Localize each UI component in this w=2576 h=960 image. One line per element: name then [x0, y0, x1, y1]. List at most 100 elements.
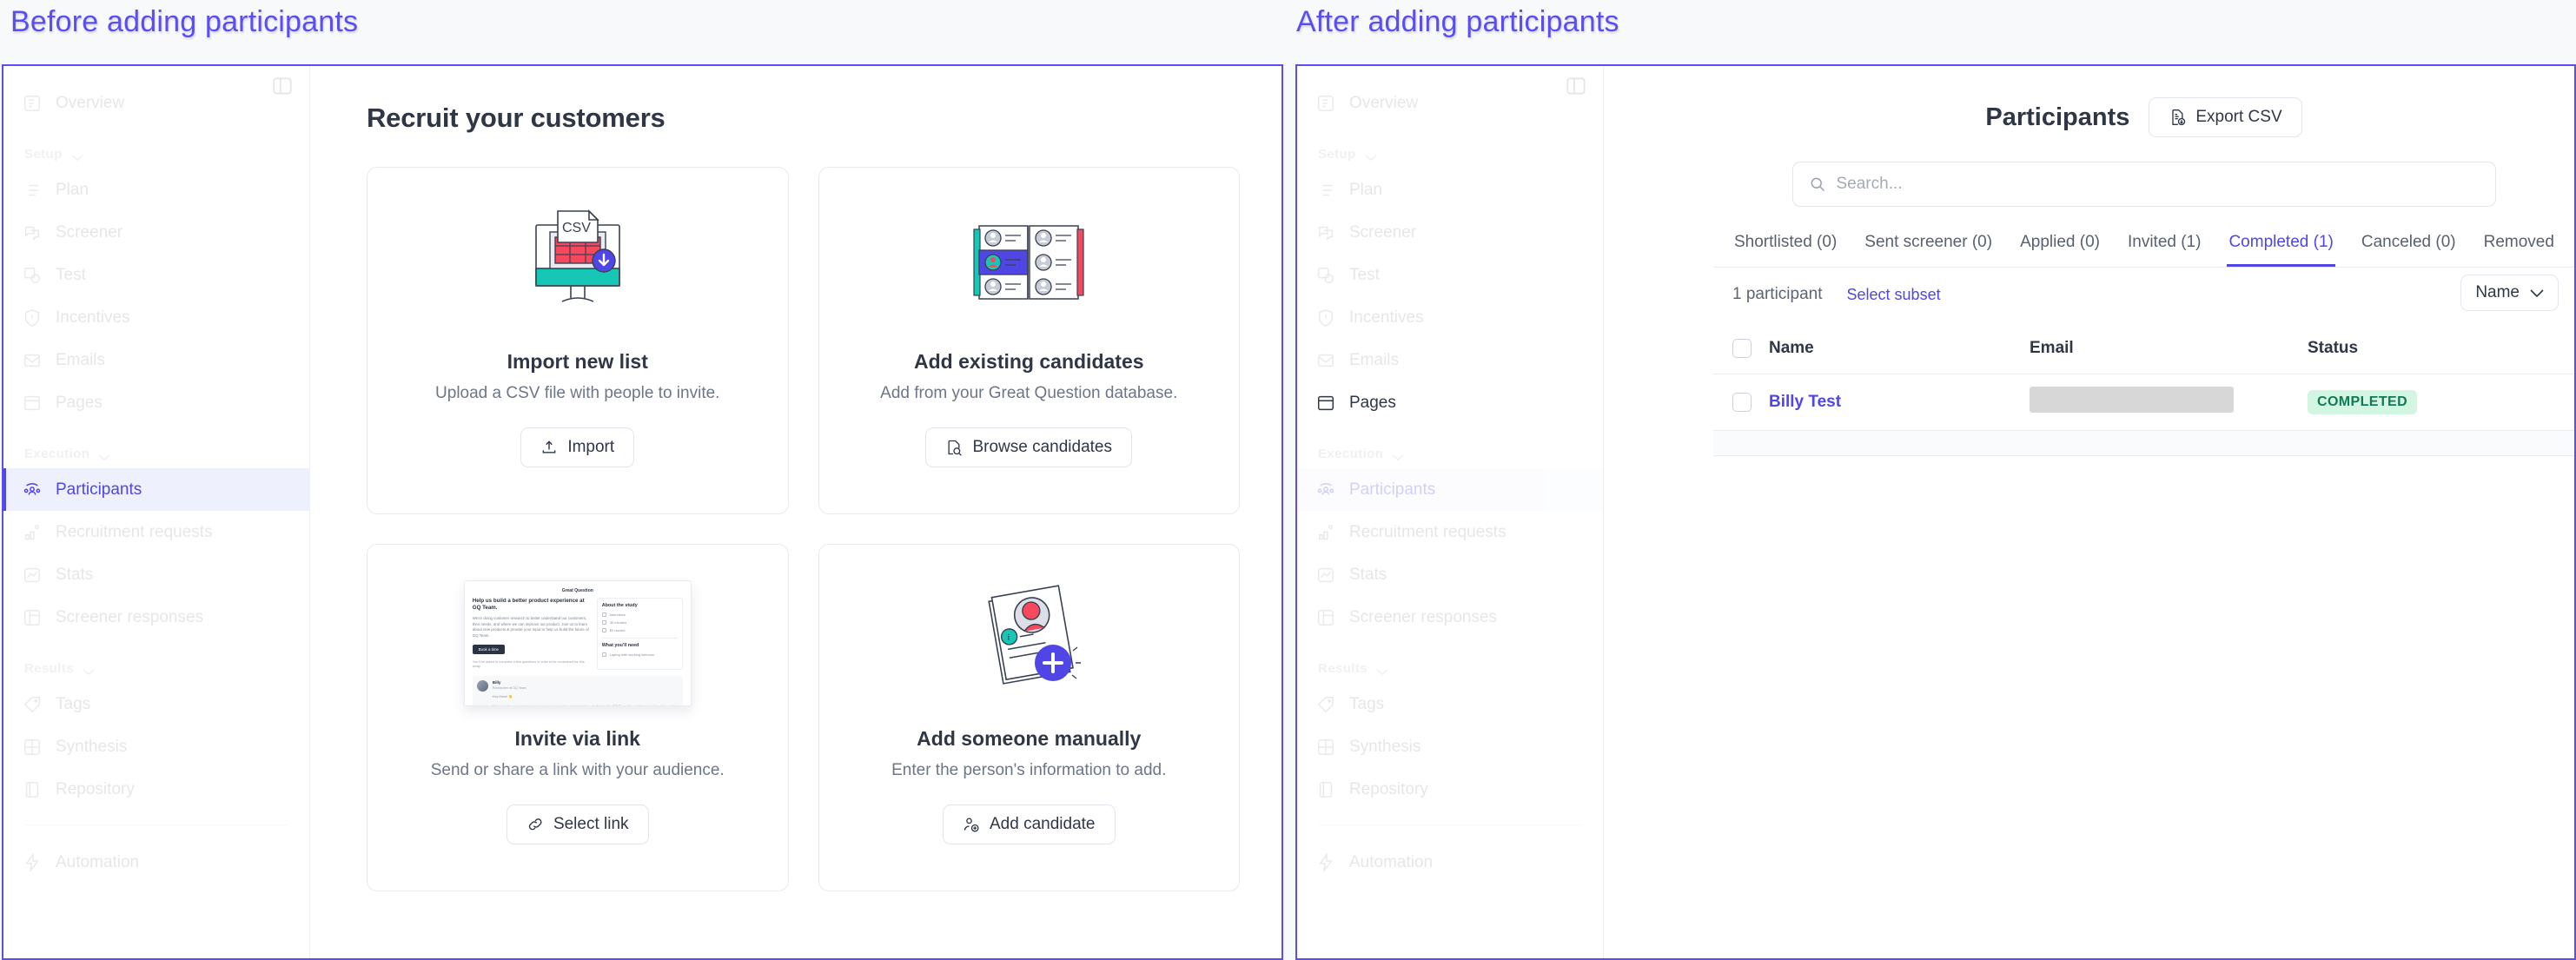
participants-meta-row: 1 participant Select subset Name [1713, 268, 2574, 311]
sidebar-group-results[interactable]: Results [1297, 639, 1603, 683]
sidebar-group-execution[interactable]: Execution [3, 424, 309, 468]
cell-status: COMPLETED [2308, 374, 2574, 431]
sidebar-item-pages[interactable]: Pages [1297, 381, 1603, 424]
column-header-email[interactable]: Email [2030, 323, 2308, 374]
sidebar-item-screener-responses[interactable]: Screener responses [1297, 596, 1603, 639]
column-header-status[interactable]: Status [2308, 323, 2574, 374]
card-title: Invite via link [514, 727, 640, 750]
preview-note: You'll be asked to complete a few questi… [472, 659, 585, 669]
tab-completed[interactable]: Completed (1) [2227, 233, 2335, 267]
export-csv-button[interactable]: Export CSV [2149, 97, 2302, 137]
sidebar-item-label: Tags [1349, 694, 1385, 713]
browse-candidates-button[interactable]: Browse candidates [925, 427, 1133, 467]
sidebar-item-test[interactable]: Test [3, 254, 309, 296]
search-box[interactable] [1791, 162, 2496, 207]
panel-after-adding-participants: Overview Setup Plan Screener Test Incent… [1295, 64, 2576, 960]
sidebar-item-repository[interactable]: Repository [3, 768, 309, 811]
profile-card-plus-illustration: i [968, 574, 1089, 705]
preview-aside-row: Interviews [609, 612, 626, 617]
link-icon [526, 816, 544, 833]
sidebar-item-emails[interactable]: Emails [1297, 339, 1603, 381]
sidebar-item-test[interactable]: Test [1297, 254, 1603, 296]
tab-canceled[interactable]: Canceled (0) [2360, 233, 2458, 267]
select-subset-link[interactable]: Select subset [1847, 286, 1941, 304]
search-input[interactable] [1836, 175, 2480, 194]
participants-tabs: Shortlisted (0) Sent screener (0) Applie… [1713, 233, 2574, 268]
sidebar-item-recruitment-requests[interactable]: Recruitment requests [3, 511, 309, 553]
chevron-down-icon [2530, 288, 2544, 298]
incentives-icon [23, 308, 42, 328]
card-import-new-list[interactable]: CSV Import new list Upload a CSV file wi… [367, 167, 789, 514]
sidebar-item-screener-responses[interactable]: Screener responses [3, 596, 309, 639]
sidebar-item-synthesis[interactable]: Synthesis [3, 725, 309, 768]
sidebar-item-tags[interactable]: Tags [1297, 683, 1603, 725]
sidebar-item-overview[interactable]: Overview [1297, 82, 1603, 124]
table-row[interactable]: Billy Test COMPLETED View re [1713, 374, 2574, 431]
column-header-name[interactable]: Name [1769, 323, 2030, 374]
sidebar-item-screener[interactable]: Screener [3, 211, 309, 254]
incentives-icon [1316, 308, 1335, 328]
participants-header: Participants Export CSV [1713, 66, 2574, 137]
card-title: Add existing candidates [913, 350, 1144, 373]
sidebar-item-synthesis[interactable]: Synthesis [1297, 725, 1603, 768]
sidebar-item-automation[interactable]: Automation [1297, 841, 1603, 884]
card-description: Send or share a link with your audience. [430, 761, 725, 779]
add-candidate-button[interactable]: Add candidate [943, 804, 1116, 844]
sidebar-group-setup[interactable]: Setup [3, 124, 309, 169]
card-invite-via-link[interactable]: Great Question Help us build a better pr… [367, 544, 789, 891]
sidebar-item-stats[interactable]: Stats [1297, 553, 1603, 596]
table-header-row: Name Email Status Record + [1713, 323, 2574, 374]
sidebar-item-repository[interactable]: Repository [1297, 768, 1603, 811]
sidebar-item-participants[interactable]: Participants [3, 468, 309, 511]
sidebar-item-label: Screener [1349, 222, 1417, 242]
csv-monitor-illustration: CSV [517, 197, 639, 328]
sidebar-group-setup[interactable]: Setup [1297, 124, 1603, 169]
zebra-cell [1713, 430, 2574, 456]
repository-icon [1316, 780, 1335, 799]
tab-invited[interactable]: Invited (1) [2126, 233, 2202, 267]
sidebar-item-plan[interactable]: Plan [3, 169, 309, 211]
sidebar-item-pages[interactable]: Pages [3, 381, 309, 424]
card-add-existing-candidates[interactable]: Add existing candidates Add from your Gr… [818, 167, 1240, 514]
sidebar-group-execution[interactable]: Execution [1297, 424, 1603, 468]
sidebar-item-screener[interactable]: Screener [1297, 211, 1603, 254]
participant-count: 1 participant [1732, 285, 1823, 303]
preview-message-body: I'd love to have you do research our nex… [493, 704, 679, 705]
sidebar-item-incentives[interactable]: Incentives [1297, 296, 1603, 339]
sidebar-item-tags[interactable]: Tags [3, 683, 309, 725]
select-all-header[interactable] [1713, 323, 1769, 374]
sidebar-item-plan[interactable]: Plan [1297, 169, 1603, 211]
sidebar-item-stats[interactable]: Stats [3, 553, 309, 596]
avatar [476, 680, 488, 692]
sidebar-item-incentives[interactable]: Incentives [3, 296, 309, 339]
sidebar-group-results[interactable]: Results [3, 639, 309, 683]
select-link-button[interactable]: Select link [506, 804, 649, 844]
sidebar-item-emails[interactable]: Emails [3, 339, 309, 381]
select-all-checkbox[interactable] [1732, 339, 1752, 358]
import-button[interactable]: Import [520, 427, 635, 467]
sidebar-item-label: Synthesis [56, 737, 128, 756]
tab-removed[interactable]: Removed [2482, 233, 2556, 267]
participant-name-link[interactable]: Billy Test [1769, 393, 1841, 411]
tab-sent-screener[interactable]: Sent screener (0) [1863, 233, 1994, 267]
cell-name: Billy Test [1769, 374, 2030, 431]
sidebar-item-participants[interactable]: Participants [1297, 468, 1603, 511]
card-add-someone-manually[interactable]: i Add someone manually Enter the person'… [818, 544, 1240, 891]
tab-applied[interactable]: Applied (0) [2018, 233, 2102, 267]
add-candidate-button-label: Add candidate [990, 815, 1096, 833]
sort-by-button[interactable]: Name [2460, 275, 2559, 311]
recruit-card-grid: CSV Import new list Upload a CSV file wi… [367, 167, 1240, 891]
row-checkbox[interactable] [1732, 393, 1752, 412]
sidebar-item-overview[interactable]: Overview [3, 82, 309, 124]
panel-before-adding-participants: Overview Setup Plan Screener Test Incent… [2, 64, 1283, 960]
tab-shortlisted[interactable]: Shortlisted (0) [1732, 233, 1838, 267]
row-select-cell[interactable] [1713, 374, 1769, 431]
sidebar-item-recruitment-requests[interactable]: Recruitment requests [1297, 511, 1603, 553]
sidebar-item-label: Recruitment requests [1349, 522, 1507, 541]
emails-icon [1316, 351, 1335, 370]
preview-aside-title-2: What you'll need [601, 642, 639, 648]
sidebar-item-automation[interactable]: Automation [3, 841, 309, 884]
card-description: Upload a CSV file with people to invite. [435, 384, 720, 402]
export-csv-button-label: Export CSV [2195, 108, 2282, 126]
preview-brand: Great Question [561, 587, 593, 593]
